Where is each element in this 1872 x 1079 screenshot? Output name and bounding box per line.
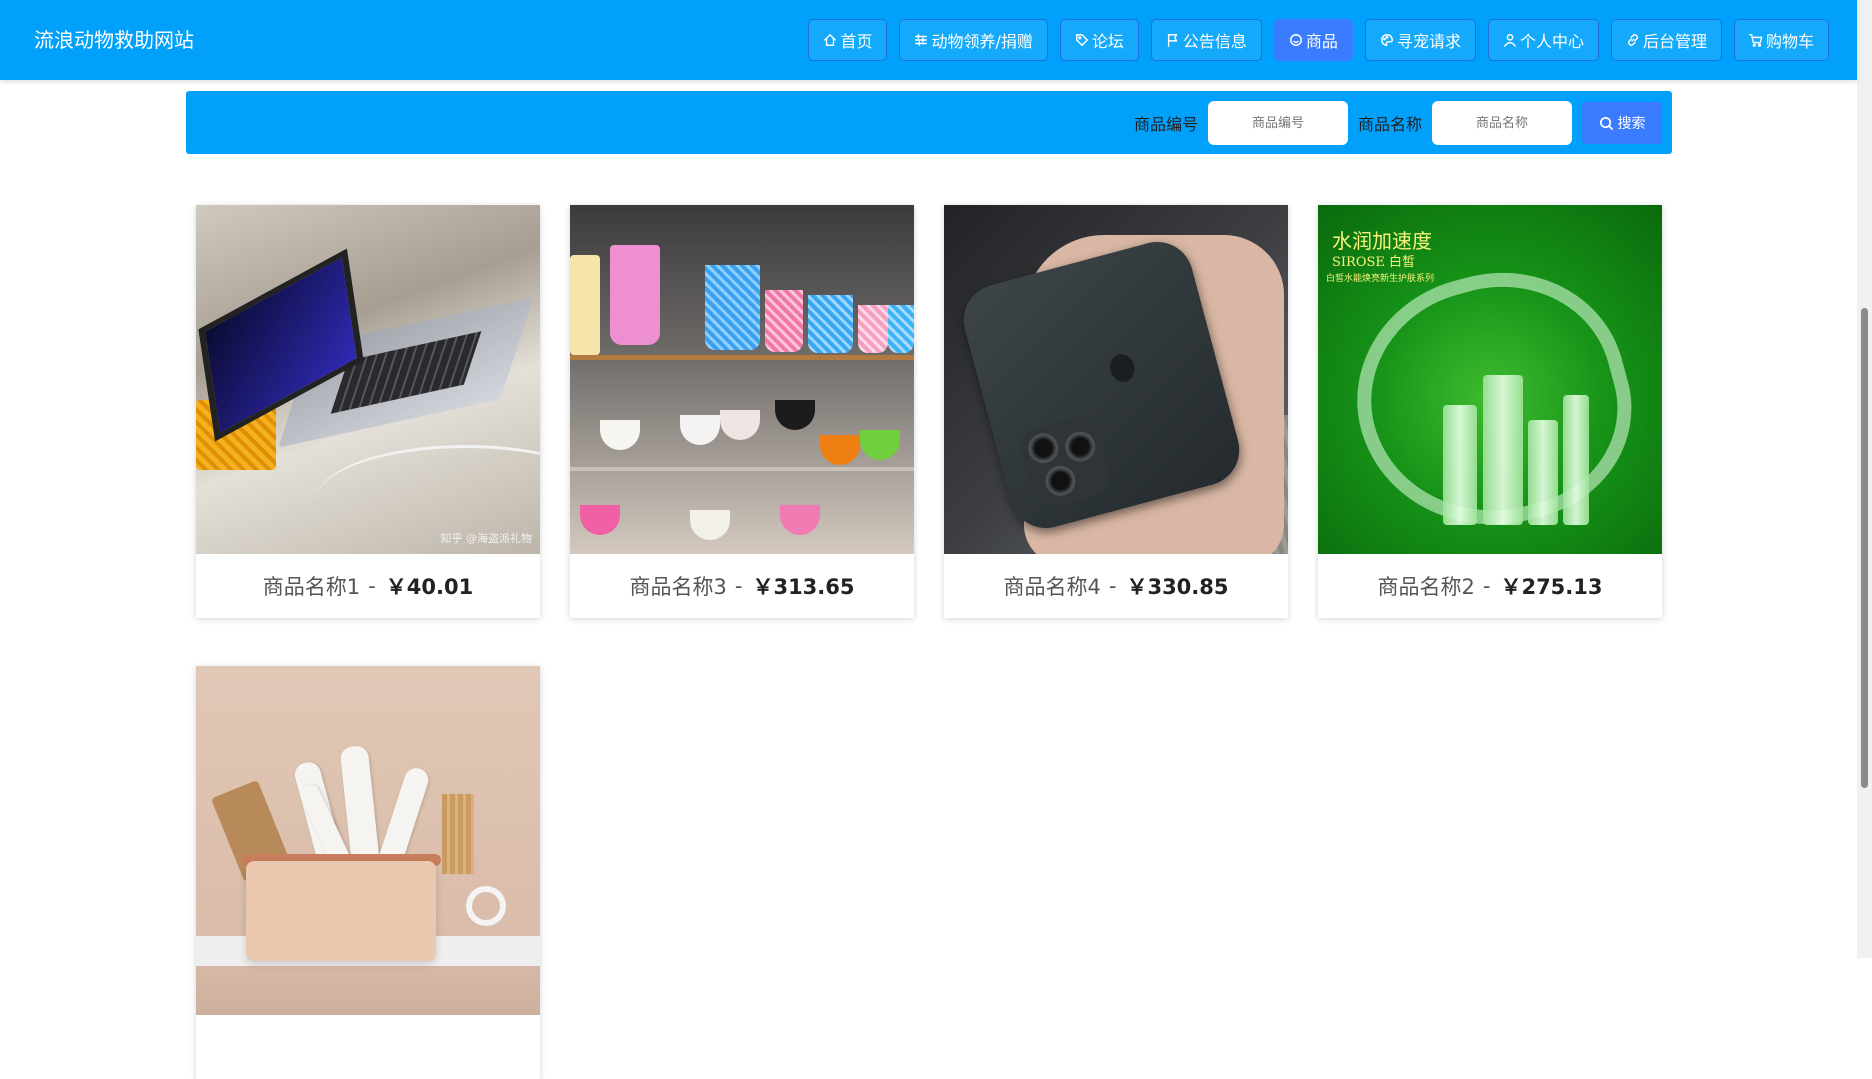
- search-bar: 商品编号 商品名称 搜索: [186, 91, 1672, 154]
- nav-cart-label: 购物车: [1765, 32, 1814, 51]
- top-navbar: 流浪动物救助网站 首页 动物领养/捐赠 论坛 公告信息 商品 寻宠请求 个人中心: [0, 0, 1857, 80]
- product-name: 商品名称1: [262, 575, 361, 599]
- product-name: 商品名称3: [629, 575, 727, 599]
- product-card[interactable]: [196, 666, 540, 1079]
- caption-separator: -: [368, 574, 376, 598]
- search-button-label: 搜索: [1617, 116, 1646, 132]
- sliders-icon: [915, 34, 928, 46]
- palette-icon: [1381, 34, 1393, 46]
- product-price: ￥275.13: [1500, 575, 1603, 599]
- product-image-kitchen-set[interactable]: [196, 666, 540, 1015]
- product-grid: 知乎 @海盗派礼物 商品名称1 - ￥40.01 商品名称3 - ￥313.65…: [196, 205, 1662, 1079]
- nav-goods-button[interactable]: 商品: [1273, 19, 1353, 61]
- page-scrollbar[interactable]: [1857, 0, 1872, 958]
- flag-icon: [1167, 34, 1178, 47]
- nav-forum-label: 论坛: [1091, 32, 1124, 51]
- product-caption: 商品名称4 - ￥330.85: [944, 554, 1288, 618]
- nav-cart-button[interactable]: 购物车: [1733, 19, 1829, 61]
- product-code-label: 商品编号: [1133, 115, 1198, 134]
- user-icon: [1504, 34, 1516, 47]
- product-code-input[interactable]: [1207, 101, 1348, 145]
- product-name-input[interactable]: [1432, 101, 1572, 145]
- cart-icon: [1749, 34, 1763, 47]
- image-headline: 水润加速度: [1332, 229, 1432, 253]
- site-title[interactable]: 流浪动物救助网站: [34, 27, 194, 53]
- caption-separator: -: [734, 574, 743, 598]
- nav-home-button[interactable]: 首页: [808, 19, 888, 61]
- product-image-phone[interactable]: [944, 205, 1288, 554]
- scrollbar-thumb[interactable]: [1861, 308, 1868, 788]
- product-price: ￥313.65: [752, 575, 855, 599]
- nav-adoption-button[interactable]: 动物领养/捐赠: [899, 19, 1048, 61]
- product-card[interactable]: 商品名称4 - ￥330.85: [944, 205, 1288, 618]
- search-icon: [1599, 116, 1613, 130]
- product-name: 商品名称4: [1003, 575, 1101, 599]
- product-price: ￥40.01: [385, 575, 474, 599]
- product-card[interactable]: 商品名称3 - ￥313.65: [570, 205, 914, 618]
- product-name: 商品名称2: [1377, 575, 1475, 599]
- caption-separator: -: [1108, 574, 1117, 598]
- product-card[interactable]: 知乎 @海盗派礼物 商品名称1 - ￥40.01: [196, 205, 540, 618]
- image-tagline: 白皙水能焕亮新生护肤系列: [1326, 274, 1435, 284]
- nav-adoption-label: 动物领养/捐赠: [931, 32, 1033, 51]
- product-caption: 商品名称3 - ￥313.65: [570, 554, 914, 618]
- nav-admin-label: 后台管理: [1642, 32, 1707, 51]
- product-name-label: 商品名称: [1357, 115, 1422, 134]
- home-icon: [824, 34, 837, 46]
- nav-profile-label: 个人中心: [1519, 32, 1584, 51]
- tag-icon: [1075, 34, 1088, 46]
- nav-forum-button[interactable]: 论坛: [1059, 19, 1139, 61]
- nav-lost-pet-label: 寻宠请求: [1396, 32, 1461, 51]
- caption-separator: -: [1482, 574, 1491, 598]
- nav-notice-label: 公告信息: [1182, 32, 1247, 51]
- nav-goods-label: 商品: [1305, 32, 1338, 51]
- product-caption: 商品名称2 - ￥275.13: [1318, 554, 1662, 618]
- product-image-plastic-goods[interactable]: [570, 205, 914, 554]
- nav-profile-button[interactable]: 个人中心: [1487, 19, 1599, 61]
- nav-admin-button[interactable]: 后台管理: [1610, 19, 1722, 61]
- nav-lost-pet-button[interactable]: 寻宠请求: [1364, 19, 1476, 61]
- main-nav: 首页 动物领养/捐赠 论坛 公告信息 商品 寻宠请求 个人中心 后台管理 购物车: [808, 19, 1829, 61]
- product-image-cosmetics[interactable]: 水润加速度 SIROSE 白皙 白皙水能焕亮新生护肤系列: [1318, 205, 1662, 554]
- product-caption: 商品名称1 - ￥40.01: [196, 554, 540, 618]
- link-icon: [1627, 34, 1639, 46]
- image-brand: SIROSE 白皙: [1332, 255, 1416, 270]
- smile-icon: [1289, 34, 1302, 46]
- product-price: ￥330.85: [1126, 575, 1229, 599]
- search-button[interactable]: 搜索: [1582, 102, 1662, 144]
- product-image-laptop[interactable]: 知乎 @海盗派礼物: [196, 205, 540, 554]
- nav-home-label: 首页: [840, 32, 873, 51]
- nav-notice-button[interactable]: 公告信息: [1150, 19, 1262, 61]
- product-card[interactable]: 水润加速度 SIROSE 白皙 白皙水能焕亮新生护肤系列 商品名称2 - ￥27…: [1318, 205, 1662, 618]
- image-watermark: 知乎 @海盗派礼物: [440, 532, 533, 545]
